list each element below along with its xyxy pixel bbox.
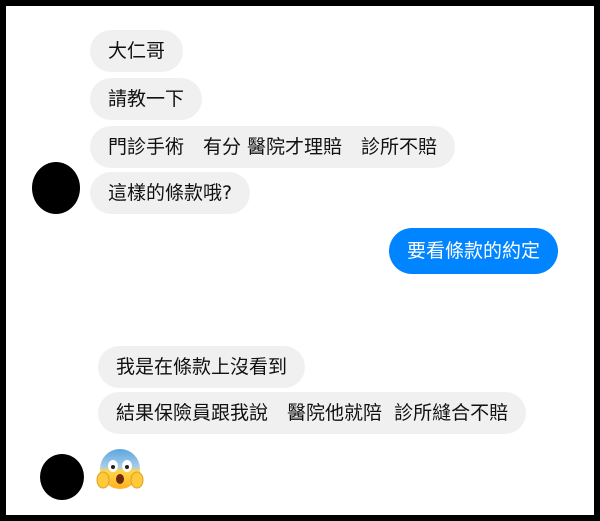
incoming-message-bubble[interactable]: 大仁哥 [90,30,184,72]
incoming-message-bubble[interactable]: 請教一下 [90,78,203,120]
incoming-message-bubble[interactable]: 門診手術 有分 醫院才理賠 診所不賠 [90,126,456,168]
incoming-message-bubble[interactable]: 這樣的條款哦? [90,172,251,214]
scared-face-icon [96,449,144,489]
chat-window: 大仁哥 請教一下 門診手術 有分 醫院才理賠 診所不賠 這樣的條款哦? 要看條款… [0,0,600,521]
outgoing-message-bubble[interactable]: 要看條款的約定 [389,228,559,274]
incoming-message-bubble[interactable]: 我是在條款上沒看到 [98,346,306,388]
sender-avatar[interactable] [32,162,80,214]
sender-avatar[interactable] [40,454,84,500]
scared-face-emoji[interactable] [96,444,144,492]
incoming-message-bubble[interactable]: 結果保險員跟我說 醫院他就陪 診所縫合不賠 [98,392,527,434]
